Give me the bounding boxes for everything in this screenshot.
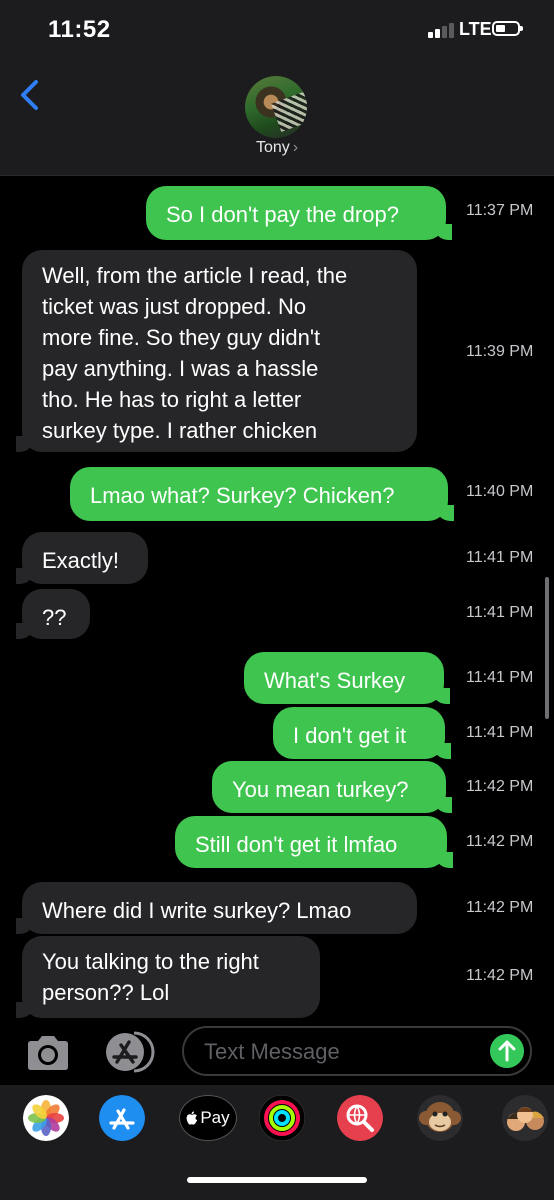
message-text-line: surkey type. I rather chicken [42, 418, 318, 443]
message-text: You mean turkey? [232, 777, 409, 802]
sent-message[interactable]: Lmao what? Surkey? Chicken? [70, 467, 454, 521]
message-text: What's Surkey [264, 668, 406, 693]
apple-pay-button[interactable]: Pay [179, 1095, 237, 1141]
message-timestamp: 11:41 PM [466, 724, 534, 741]
photos-app-icon[interactable] [23, 1095, 69, 1141]
sent-message[interactable]: You mean turkey? [212, 761, 452, 813]
message-text-line: ticket was just dropped. No [42, 294, 307, 319]
activity-icon[interactable] [259, 1095, 305, 1141]
message-text: Exactly! [42, 548, 120, 573]
message-timestamp: 11:40 PM [466, 483, 534, 500]
app-store-icon[interactable] [104, 1031, 156, 1073]
sent-message[interactable]: So I don't pay the drop? [146, 186, 452, 240]
message-timestamp: 11:42 PM [466, 899, 534, 916]
animoji-monkey-icon[interactable] [417, 1095, 463, 1141]
message-text: Lmao what? Surkey? Chicken? [90, 483, 395, 508]
message-text: Still don't get it lmfao [195, 832, 398, 857]
message-text-line: You talking to the right [42, 949, 259, 974]
app-store-icon[interactable] [99, 1095, 145, 1141]
cellular-signal-icon [428, 22, 456, 38]
received-message[interactable]: Exactly! [16, 532, 148, 584]
message-text: I don't get it [293, 723, 407, 748]
message-timestamp: 11:37 PM [466, 202, 534, 219]
message-text-line: more fine. So they guy didn't [42, 325, 321, 350]
camera-icon[interactable] [24, 1034, 72, 1072]
received-message[interactable]: Where did I write surkey? Lmao [16, 882, 417, 934]
contact-name-button[interactable]: Tony › [0, 139, 554, 157]
message-text: ?? [42, 605, 67, 630]
received-message[interactable]: ?? [16, 589, 90, 639]
contact-name: Tony [255, 139, 290, 156]
message-timestamp: 11:41 PM [466, 604, 534, 621]
home-indicator[interactable] [187, 1177, 367, 1183]
sent-message[interactable]: I don't get it [273, 707, 451, 759]
message-timestamp: 11:42 PM [466, 967, 534, 984]
back-chevron-icon[interactable] [14, 78, 48, 112]
sent-message[interactable]: Still don't get it lmfao [175, 816, 453, 868]
message-text-line: pay anything. I was a hassle [42, 356, 319, 381]
message-timestamp: 11:41 PM [466, 669, 534, 686]
message-timestamp: 11:41 PM [466, 549, 534, 566]
web-search-icon[interactable] [337, 1095, 383, 1141]
message-text: So I don't pay the drop? [166, 202, 399, 227]
battery-icon [492, 21, 523, 36]
scrollbar[interactable] [545, 577, 549, 719]
received-message[interactable]: You talking to the right person?? Lol [16, 936, 320, 1018]
apple-logo-icon [186, 1111, 198, 1125]
message-text-line: tho. He has to right a letter [42, 387, 302, 412]
message-input-field[interactable] [182, 1026, 532, 1076]
memoji-icon[interactable] [497, 1095, 554, 1141]
message-text-line: Well, from the article I read, the [42, 263, 348, 288]
received-message[interactable]: Well, from the article I read, the ticke… [16, 250, 417, 452]
message-input[interactable] [202, 1036, 476, 1068]
message-timestamp: 11:39 PM [466, 343, 534, 360]
message-timestamp: 11:42 PM [466, 778, 534, 795]
send-arrow-icon[interactable] [490, 1034, 524, 1068]
network-type: LTE [459, 19, 492, 39]
apple-pay-label: Pay [200, 1108, 230, 1127]
sent-message[interactable]: What's Surkey [244, 652, 450, 704]
chevron-right-icon: › [292, 139, 299, 156]
message-text-line: person?? Lol [42, 980, 170, 1005]
message-timestamp: 11:42 PM [466, 833, 534, 850]
conversation-header: 11:52 LTE Tony › [0, 0, 554, 176]
contact-avatar[interactable] [245, 76, 307, 138]
status-time: 11:52 [48, 16, 111, 43]
message-text: Where did I write surkey? Lmao [42, 898, 352, 923]
